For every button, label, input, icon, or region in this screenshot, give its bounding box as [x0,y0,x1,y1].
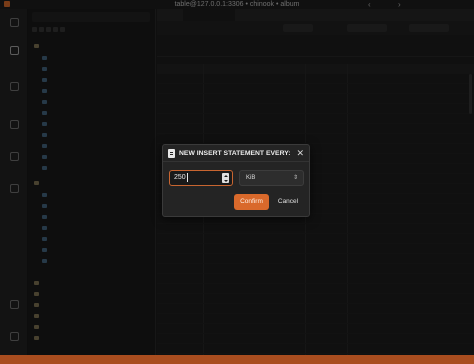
file-export-icon [168,149,175,158]
insert-size-value: 250 [174,174,186,181]
text-caret [186,172,188,182]
stepper-icon[interactable] [222,173,229,183]
insert-statement-dialog: NEW INSERT STATEMENT EVERY: ✕ 250 KiB ⇕ … [162,144,310,217]
confirm-button[interactable]: Confirm [234,194,269,210]
cancel-button[interactable]: Cancel [272,194,304,210]
status-bar [0,355,474,364]
dialog-header: NEW INSERT STATEMENT EVERY: ✕ [163,145,309,162]
close-icon[interactable]: ✕ [296,145,304,162]
unit-select[interactable]: KiB ⇕ [239,170,304,186]
dialog-title: NEW INSERT STATEMENT EVERY: [179,150,291,157]
insert-size-input[interactable]: 250 [169,170,233,186]
unit-select-value: KiB [246,175,256,181]
chevron-down-icon: ⇕ [292,175,298,181]
